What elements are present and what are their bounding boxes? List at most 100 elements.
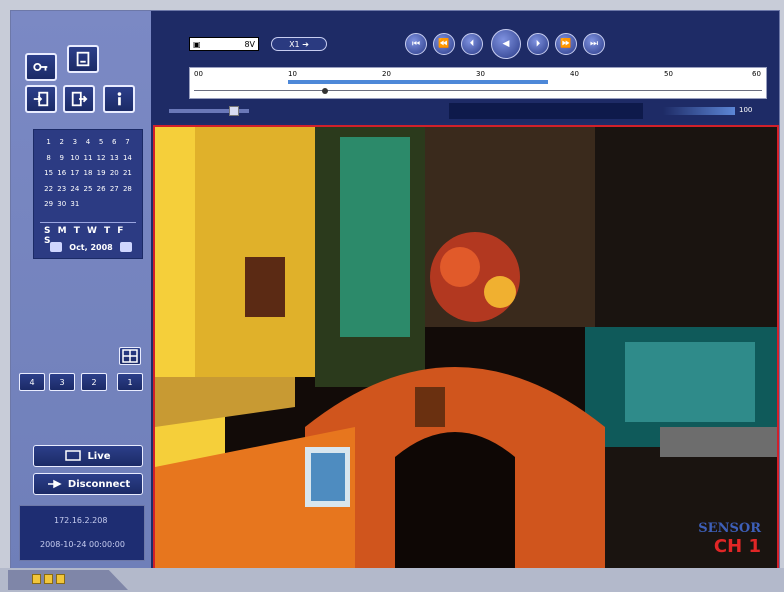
calendar-day[interactable]: 14 xyxy=(121,154,134,166)
timeline-tick: 00 xyxy=(194,70,203,78)
speed-selector[interactable]: X1 ➔ xyxy=(271,37,327,51)
overlay-brand: SENSOR xyxy=(698,521,761,536)
timeline-tick: 50 xyxy=(664,70,673,78)
channel-1-button[interactable]: 1 xyxy=(117,373,143,391)
timeline-tick: 20 xyxy=(382,70,391,78)
timeline-tick: 10 xyxy=(288,70,297,78)
calendar-day[interactable]: 26 xyxy=(95,185,108,197)
calendar-month-label: Oct, 2008 xyxy=(69,242,113,252)
calendar-day[interactable]: 16 xyxy=(55,169,68,181)
lock-icon[interactable] xyxy=(56,574,65,584)
info-button[interactable] xyxy=(103,85,135,113)
calendar: 1 2 3 4 5 6 7 8 9 10 11 12 13 14 15 16 1… xyxy=(33,129,143,259)
calendar-day[interactable]: 29 xyxy=(42,200,55,212)
playback-controls: ▣ 8V X1 ➔ ⏮ ⏪ ⏴ ◀ ⏵ ⏩ ⏭ 00 10 20 30 40 5… xyxy=(151,11,779,123)
calendar-day[interactable]: 3 xyxy=(68,138,81,150)
lock-icon[interactable] xyxy=(32,574,41,584)
disconnect-label: Disconnect xyxy=(67,478,131,490)
channel-3-button[interactable]: 3 xyxy=(49,373,75,391)
channel-overlay: SENSOR CH 1 xyxy=(698,521,761,557)
calendar-day[interactable]: 11 xyxy=(81,154,94,166)
step-back-button[interactable]: ⏴ xyxy=(461,33,483,55)
timeline-tick: 30 xyxy=(476,70,485,78)
prev-month-button[interactable] xyxy=(50,242,62,252)
calendar-day[interactable]: 9 xyxy=(55,154,68,166)
calendar-day[interactable]: 12 xyxy=(95,154,108,166)
rewind-button[interactable]: ⏪ xyxy=(433,33,455,55)
lock-icon[interactable] xyxy=(44,574,53,584)
calendar-day[interactable]: 15 xyxy=(42,169,55,181)
monitor-icon xyxy=(65,450,82,461)
calendar-day[interactable]: 6 xyxy=(108,138,121,150)
taskbar xyxy=(0,568,784,592)
skip-forward-icon: ⏭ xyxy=(589,39,599,49)
plug-icon xyxy=(47,479,62,489)
live-button[interactable]: Live xyxy=(33,445,143,467)
recorded-segment xyxy=(288,80,548,84)
volume-slider[interactable] xyxy=(663,107,735,115)
channel-2-button[interactable]: 2 xyxy=(81,373,107,391)
calendar-day[interactable]: 24 xyxy=(68,185,81,197)
calendar-day[interactable]: 23 xyxy=(55,185,68,197)
playback-datetime: 2008-10-24 00:00:00 xyxy=(40,540,125,549)
calendar-day[interactable]: 10 xyxy=(68,154,81,166)
skip-back-button[interactable]: ⏮ xyxy=(405,33,427,55)
info-icon xyxy=(117,92,122,106)
taskbar-tab[interactable] xyxy=(8,570,128,590)
calendar-day[interactable]: 30 xyxy=(55,200,68,212)
zoom-slider-knob[interactable] xyxy=(229,106,239,116)
key-button[interactable] xyxy=(25,53,57,81)
calendar-day[interactable]: 1 xyxy=(42,138,55,150)
calendar-nav: Oct, 2008 xyxy=(50,242,132,252)
disconnect-button[interactable]: Disconnect xyxy=(33,473,143,495)
step-forward-button[interactable]: ⏵ xyxy=(527,33,549,55)
backup-button[interactable] xyxy=(67,45,99,73)
skip-back-icon: ⏮ xyxy=(411,39,421,49)
speed-label: X1 xyxy=(289,39,300,49)
calendar-day[interactable]: 20 xyxy=(108,169,121,181)
calendar-day[interactable]: 21 xyxy=(121,169,134,181)
calendar-day[interactable]: 19 xyxy=(95,169,108,181)
calendar-day[interactable]: 25 xyxy=(81,185,94,197)
app-window: 1 2 3 4 5 6 7 8 9 10 11 12 13 14 15 16 1… xyxy=(10,10,780,572)
video-viewport[interactable]: SENSOR CH 1 xyxy=(153,125,779,571)
calendar-day[interactable]: 27 xyxy=(108,185,121,197)
timeline[interactable]: 00 10 20 30 40 50 60 xyxy=(189,67,767,99)
grid-icon xyxy=(122,349,138,363)
quad-view-button[interactable] xyxy=(119,347,141,365)
skip-forward-button[interactable]: ⏭ xyxy=(583,33,605,55)
timeline-cursor[interactable] xyxy=(322,88,328,94)
status-strip xyxy=(449,103,643,119)
date-field-value: 8V xyxy=(244,39,255,49)
calendar-day[interactable]: 22 xyxy=(42,185,55,197)
zoom-slider[interactable] xyxy=(169,106,249,116)
calendar-day[interactable]: 28 xyxy=(121,185,134,197)
calendar-day[interactable]: 17 xyxy=(68,169,81,181)
calendar-day[interactable]: 7 xyxy=(121,138,134,150)
import-icon xyxy=(33,91,49,107)
play-icon: ◀ xyxy=(502,39,510,49)
export-button[interactable] xyxy=(63,85,95,113)
fast-forward-button[interactable]: ⏩ xyxy=(555,33,577,55)
channel-4-button[interactable]: 4 xyxy=(19,373,45,391)
calendar-day[interactable]: 4 xyxy=(81,138,94,150)
date-field[interactable]: ▣ 8V xyxy=(189,37,259,51)
left-panel: 1 2 3 4 5 6 7 8 9 10 11 12 13 14 15 16 1… xyxy=(11,11,153,571)
calendar-day[interactable]: 13 xyxy=(108,154,121,166)
calendar-day[interactable]: 5 xyxy=(95,138,108,150)
arrow-right-icon: ➔ xyxy=(302,39,309,49)
next-month-button[interactable] xyxy=(120,242,132,252)
backup-icon xyxy=(76,51,90,67)
rewind-icon: ⏪ xyxy=(438,39,450,49)
key-icon xyxy=(33,62,48,72)
camera-frame xyxy=(155,127,777,569)
playback-area: ▣ 8V X1 ➔ ⏮ ⏪ ⏴ ◀ ⏵ ⏩ ⏭ 00 10 20 30 40 5… xyxy=(151,11,779,571)
step-forward-icon: ⏵ xyxy=(535,39,541,49)
timeline-tick: 40 xyxy=(570,70,579,78)
calendar-day[interactable]: 8 xyxy=(42,154,55,166)
play-button[interactable]: ◀ xyxy=(491,29,521,59)
calendar-day[interactable]: 2 xyxy=(55,138,68,150)
calendar-day[interactable]: 18 xyxy=(81,169,94,181)
calendar-day[interactable]: 31 xyxy=(68,200,81,212)
import-button[interactable] xyxy=(25,85,57,113)
